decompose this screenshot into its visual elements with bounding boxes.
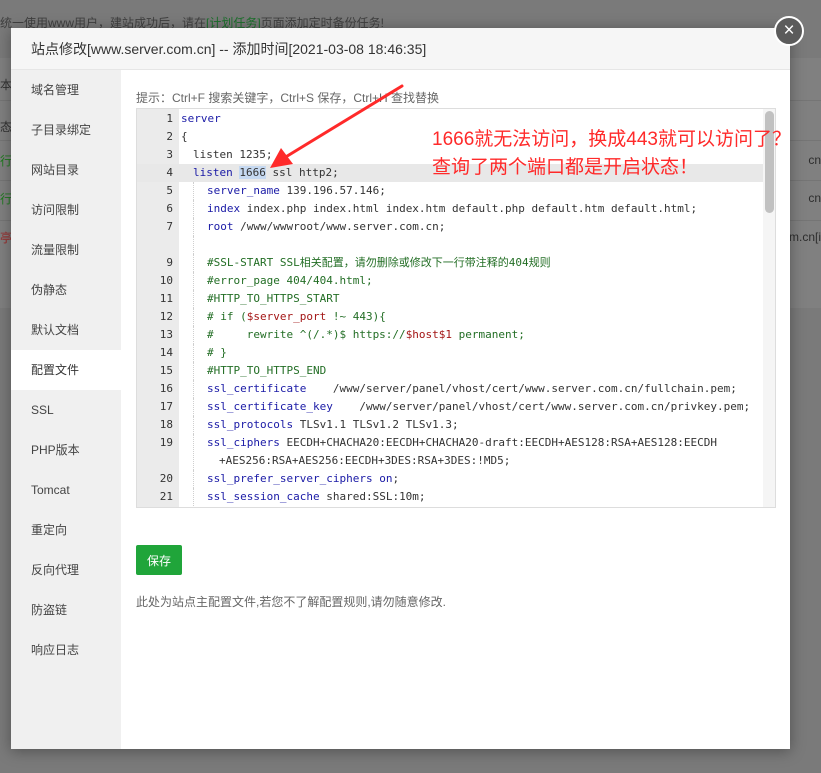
- line-number: 19: [159, 436, 173, 449]
- modal-sidebar: 域名管理 子目录绑定 网站目录 访问限制 流量限制 伪静态 默认文档 配置文件 …: [11, 70, 121, 749]
- indent-guide: [193, 488, 194, 506]
- sidebar-item-subdir-binding[interactable]: 子目录绑定: [11, 110, 121, 150]
- line-number: 21: [159, 490, 173, 503]
- line-number: 16: [159, 382, 173, 395]
- modal-title: 站点修改[www.server.com.cn] -- 添加时间[2021-03-…: [11, 28, 790, 70]
- code-line: 20 ssl_prefer_server_ciphers on;: [137, 470, 763, 488]
- line-number: 7: [166, 220, 173, 233]
- line-number: 5: [166, 184, 173, 197]
- sidebar-item-redirect[interactable]: 重定向: [11, 510, 121, 550]
- config-warning-note: 此处为站点主配置文件,若您不了解配置规则,请勿随意修改.: [136, 595, 447, 609]
- code-line: 13 # rewrite ^(/.*)$ https://$host$1 perm…: [137, 326, 763, 344]
- sidebar-item-response-log[interactable]: 响应日志: [11, 630, 121, 670]
- sidebar-item-tomcat[interactable]: Tomcat: [11, 470, 121, 510]
- code-line: 15 #HTTP_TO_HTTPS_END: [137, 362, 763, 380]
- sidebar-item-reverse-proxy[interactable]: 反向代理: [11, 550, 121, 590]
- indent-guide: [193, 182, 194, 200]
- code-line: 5 server_name 139.196.57.146;: [137, 182, 763, 200]
- code-line: 21 ssl_session_cache shared:SSL:10m;: [137, 488, 763, 506]
- background-fragment: cn: [808, 191, 821, 205]
- line-number: 4: [166, 166, 173, 179]
- code-line: 9 #SSL-START SSL相关配置，请勿删除或修改下一行带注释的404规则: [137, 254, 763, 272]
- code-line: 7 root /www/wwwroot/www.server.com.cn;: [137, 218, 763, 236]
- indent-guide: [193, 362, 194, 380]
- line-number: 6: [166, 202, 173, 215]
- indent-guide: [193, 398, 194, 416]
- code-line: 12 # if ($server_port !~ 443){: [137, 308, 763, 326]
- line-number: 18: [159, 418, 173, 431]
- code-line-wrapped: 19 ssl_ciphers EECDH+CHACHA20:EECDH+CHACH…: [137, 434, 763, 470]
- sidebar-item-domain[interactable]: 域名管理: [11, 70, 121, 110]
- sidebar-item-config-file[interactable]: 配置文件: [11, 350, 121, 390]
- indent-guide: [193, 344, 194, 362]
- code-line: 16 ssl_certificate /www/server/panel/vhos…: [137, 380, 763, 398]
- indent-guide: [193, 434, 194, 470]
- indent-guide: [193, 416, 194, 434]
- selected-port: 1666: [239, 166, 266, 179]
- sidebar-item-php-version[interactable]: PHP版本: [11, 430, 121, 470]
- line-number: 15: [159, 364, 173, 377]
- code-line: 17 ssl_certificate_key /www/server/panel/…: [137, 398, 763, 416]
- indent-guide: [193, 308, 194, 326]
- editor-hint: 提示：Ctrl+F 搜索关键字，Ctrl+S 保存，Ctrl+H 查找替换: [136, 91, 440, 105]
- sidebar-item-traffic-limit[interactable]: 流量限制: [11, 230, 121, 270]
- indent-guide: [193, 236, 194, 254]
- line-number: 17: [159, 400, 173, 413]
- line-number: 1: [166, 112, 173, 125]
- sidebar-item-rewrite[interactable]: 伪静态: [11, 270, 121, 310]
- line-number: 3: [166, 148, 173, 161]
- code-line: 11 #HTTP_TO_HTTPS_START: [137, 290, 763, 308]
- close-icon[interactable]: ×: [774, 16, 804, 46]
- indent-guide: [193, 470, 194, 488]
- sidebar-item-default-document[interactable]: 默认文档: [11, 310, 121, 350]
- background-fragment: cn: [808, 153, 821, 167]
- code-line: 6 index index.php index.html index.htm de…: [137, 200, 763, 218]
- line-number: 11: [159, 292, 173, 305]
- indent-guide: [193, 326, 194, 344]
- sidebar-item-hotlink-protection[interactable]: 防盗链: [11, 590, 121, 630]
- indent-guide: [193, 272, 194, 290]
- line-number: 10: [159, 274, 173, 287]
- line-number: 12: [159, 310, 173, 323]
- indent-guide: [193, 218, 194, 236]
- code-line: 14 # }: [137, 344, 763, 362]
- line-number: 9: [166, 256, 173, 269]
- sidebar-item-access-limit[interactable]: 访问限制: [11, 190, 121, 230]
- line-number: 14: [159, 346, 173, 359]
- code-line: 18 ssl_protocols TLSv1.1 TLSv1.2 TLSv1.3;: [137, 416, 763, 434]
- indent-guide: [193, 380, 194, 398]
- code-line: 10 #error_page 404/404.html;: [137, 272, 763, 290]
- line-number: 2: [166, 130, 173, 143]
- sidebar-item-site-directory[interactable]: 网站目录: [11, 150, 121, 190]
- sidebar-item-ssl[interactable]: SSL: [11, 390, 121, 430]
- code-line-empty: [137, 236, 763, 254]
- save-button[interactable]: 保存: [136, 545, 182, 575]
- line-number: 20: [159, 472, 173, 485]
- line-number: 13: [159, 328, 173, 341]
- red-annotation-text: 1666就无法访问，换成443就可以访问了？查询了两个端口都是开启状态！: [432, 129, 791, 178]
- indent-guide: [193, 254, 194, 272]
- indent-guide: [193, 290, 194, 308]
- background-fragment: m.cn[i: [788, 230, 821, 244]
- indent-guide: [193, 200, 194, 218]
